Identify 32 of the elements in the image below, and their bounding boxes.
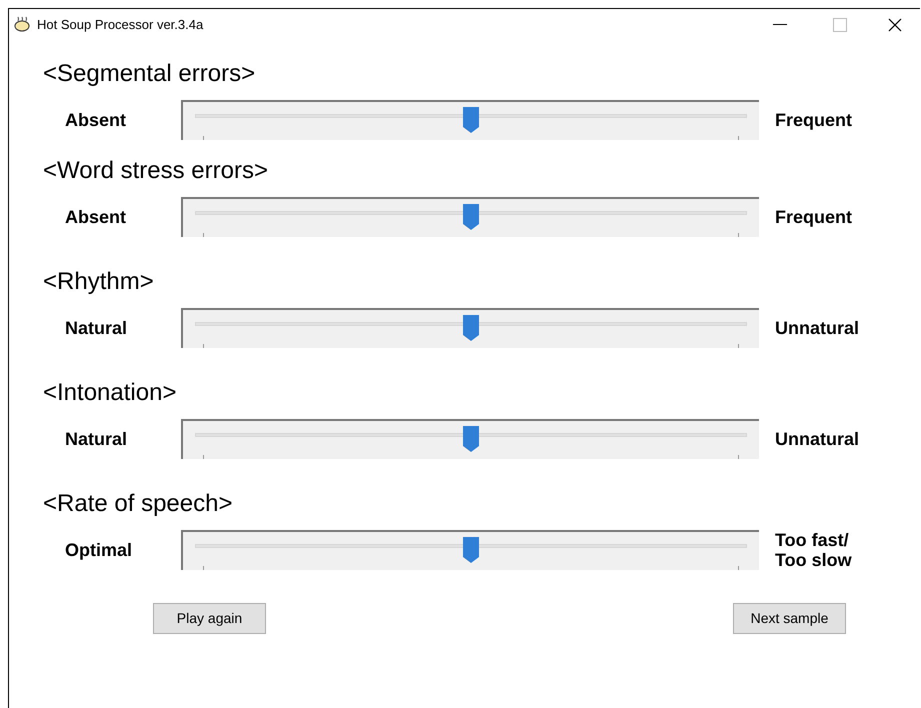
- slider[interactable]: [181, 419, 759, 459]
- section-heading: <Intonation>: [43, 378, 176, 408]
- minimize-icon: [773, 24, 787, 26]
- slider-thumb[interactable]: [463, 107, 479, 133]
- slider-thumb[interactable]: [463, 426, 479, 452]
- slider[interactable]: [181, 100, 759, 140]
- section-heading: <Word stress errors>: [43, 156, 268, 186]
- close-icon: [888, 18, 902, 32]
- play-again-button[interactable]: Play again: [153, 603, 266, 634]
- slider-thumb[interactable]: [463, 537, 479, 563]
- scale-left-label: Absent: [64, 108, 128, 132]
- scale-left-label: Optimal: [64, 538, 134, 562]
- section-heading: <Rate of speech>: [43, 489, 232, 519]
- slider-thumb[interactable]: [463, 204, 479, 230]
- window-title: Hot Soup Processor ver.3.4a: [37, 16, 204, 34]
- scale-left-label: Natural: [64, 316, 128, 340]
- slider[interactable]: [181, 197, 759, 237]
- scale-left-label: Absent: [64, 206, 128, 228]
- scale-right-label: Frequent: [775, 110, 852, 130]
- section-heading: <Segmental errors>: [43, 59, 256, 89]
- slider[interactable]: [181, 530, 759, 570]
- scale-right-label: Unnatural: [775, 429, 860, 449]
- scale-right-label: Too fast/ Too slow: [775, 530, 852, 570]
- scale-right-label: Unnatural: [775, 318, 860, 338]
- scale-right-label: Frequent: [775, 207, 852, 227]
- maximize-icon: [833, 18, 847, 32]
- scale-left-label: Natural: [64, 428, 128, 450]
- slider[interactable]: [181, 308, 759, 348]
- section-heading: <Rhythm>: [43, 267, 154, 297]
- soup-bowl-icon: [13, 16, 31, 34]
- next-sample-button[interactable]: Next sample: [733, 603, 846, 634]
- slider-thumb[interactable]: [463, 315, 479, 341]
